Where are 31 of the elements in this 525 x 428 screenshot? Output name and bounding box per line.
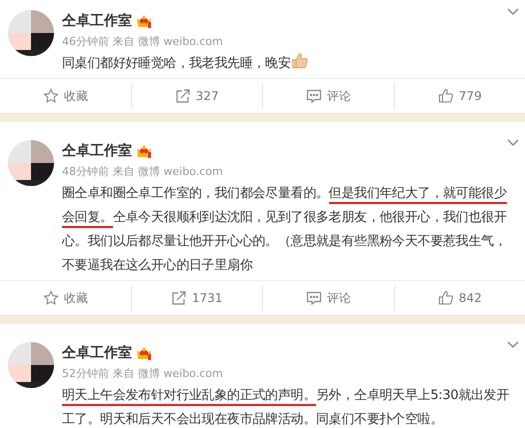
post-meta: 48分钟前 来自 微博 weibo.com — [62, 164, 224, 180]
like-button[interactable]: 779 — [394, 83, 525, 109]
share-icon — [170, 290, 187, 306]
chevron-down-icon[interactable] — [507, 8, 519, 16]
share-button[interactable]: 1731 — [130, 285, 262, 311]
chevron-down-icon[interactable] — [507, 341, 519, 349]
comment-icon — [306, 88, 322, 104]
star-icon — [42, 290, 59, 306]
post-text: 圈仝卓和圈仝卓工作室的，我们都会尽量看的。但是我们年纪大了，就可能很少会回复。仝卓今天很顺利到达沈阳，见到了很多老朋友，他很开心，我们也很开心。我们以后都尽量让他开开心心的。（意思就是有些黑粉今天不要惹我生气，不要逼我在这么开心的日子里扇你 — [62, 185, 508, 275]
crown-badge-icon — [136, 143, 152, 159]
favorite-button[interactable]: 收藏 — [0, 83, 130, 109]
post-text: 明天上午会发布针对行业乱象的正式的声明。另外，仝卓明天早上5:30就出发开工了。明天和后天不会出现在夜市品牌活动。同桌们不要扑个空啦。 — [62, 387, 510, 428]
favorite-button[interactable]: 收藏 — [0, 285, 130, 311]
thumbs-up-icon — [438, 290, 454, 306]
comment-button[interactable]: 评论 — [262, 83, 394, 109]
share-button[interactable]: 327 — [130, 83, 262, 109]
star-icon — [42, 88, 59, 104]
comment-button[interactable]: 评论 — [262, 285, 394, 311]
crown-badge-icon — [136, 13, 152, 29]
share-icon — [174, 88, 191, 104]
post-meta: 46分钟前 来自 微博 weibo.com — [62, 34, 224, 50]
author-name[interactable]: 仝卓工作室 — [62, 142, 132, 160]
like-button[interactable]: 842 — [394, 285, 525, 311]
author-name[interactable]: 仝卓工作室 — [62, 344, 132, 362]
crown-badge-icon — [136, 345, 152, 361]
thumbs-up-icon — [438, 88, 454, 104]
author-name[interactable]: 仝卓工作室 — [62, 12, 132, 30]
chevron-down-icon[interactable] — [507, 139, 519, 147]
post-meta: 52分钟前 来自 微博 weibo.com — [62, 366, 224, 382]
comment-icon — [306, 290, 322, 306]
post-text: 同桌们都好好睡觉哈，我老我先睡，晚安 — [62, 52, 514, 76]
